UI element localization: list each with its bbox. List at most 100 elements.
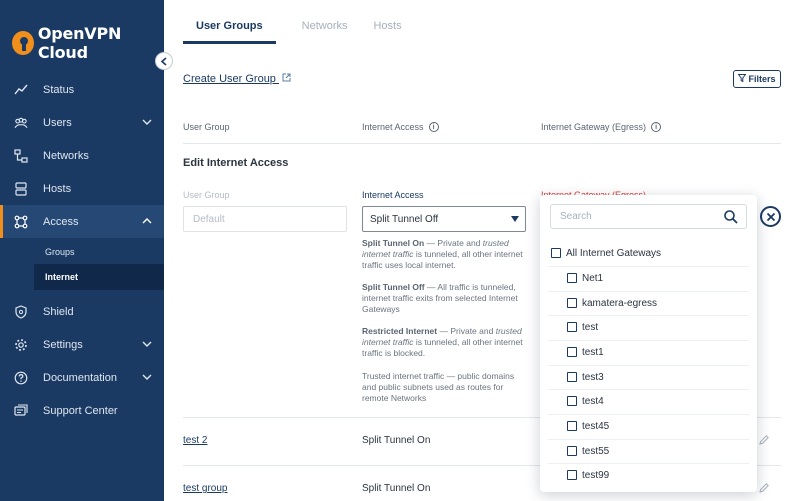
gateway-option[interactable]: test4 [540, 389, 757, 414]
sidebar-item-hosts[interactable]: Hosts [0, 172, 164, 205]
checkbox[interactable] [567, 298, 577, 309]
gateway-option[interactable]: test3 [540, 365, 757, 390]
column-header-internet-gateway: Internet Gateway (Egress) i [541, 122, 662, 132]
filters-button[interactable]: Filters [733, 70, 781, 88]
edit-pencil-icon[interactable] [758, 482, 770, 497]
user-group-input: Default [183, 206, 347, 232]
chevron-left-icon [160, 56, 167, 66]
gateway-option-all[interactable]: All Internet Gateways [540, 241, 757, 266]
gateway-option-label: test [582, 321, 599, 333]
sidebar-item-label: Status [43, 83, 75, 96]
chevron-up-icon[interactable] [142, 216, 152, 227]
gateway-option[interactable]: Net1 [540, 266, 757, 291]
sidebar-item-shield[interactable]: Shield [0, 295, 164, 328]
user-group-field-label: User Group [183, 190, 230, 200]
external-link-icon [282, 73, 291, 84]
checkbox[interactable] [567, 421, 577, 432]
gateway-option[interactable]: test1 [540, 340, 757, 365]
sidebar-item-status[interactable]: Status [0, 73, 164, 106]
openvpn-logo-icon [12, 31, 34, 55]
gateway-option-label: Net1 [582, 272, 604, 284]
sidebar-item-access[interactable]: Access [0, 205, 164, 238]
filters-label: Filters [748, 74, 776, 84]
edit-section-title: Edit Internet Access [183, 157, 289, 169]
checkbox[interactable] [567, 446, 577, 457]
gateway-option-label: test45 [582, 420, 610, 432]
gateway-option-label: All Internet Gateways [566, 247, 662, 259]
row-group-link[interactable]: test 2 [183, 435, 207, 446]
checkbox[interactable] [567, 396, 577, 407]
sidebar-subitem-label: Groups [45, 247, 75, 257]
checkbox[interactable] [567, 347, 577, 358]
gateway-option[interactable]: kamatera-egress [540, 291, 757, 316]
split-tunnel-off-description: Split Tunnel Off — All traffic is tunnel… [362, 282, 530, 315]
trusted-traffic-note: Trusted internet traffic — public domain… [362, 371, 515, 403]
chevron-down-icon[interactable] [142, 339, 152, 350]
sidebar-item-settings[interactable]: Settings [0, 328, 164, 361]
gateway-option-label: test3 [582, 371, 604, 383]
description-text: — Private and [424, 238, 483, 248]
users-icon [14, 116, 28, 130]
chevron-down-icon[interactable] [142, 117, 152, 128]
shield-icon [14, 304, 28, 319]
chevron-down-icon[interactable] [142, 372, 152, 383]
gateway-search-input[interactable]: Search [550, 204, 747, 229]
tab-hosts[interactable]: Hosts [373, 20, 401, 44]
create-user-group-link[interactable]: Create User Group [183, 73, 291, 85]
caret-down-icon [511, 216, 519, 222]
row-group-link[interactable]: test group [183, 483, 227, 494]
gateway-option-label: test4 [582, 395, 604, 407]
sidebar-item-documentation[interactable]: Documentation [0, 361, 164, 394]
checkbox[interactable] [551, 248, 561, 259]
internet-access-value: Split Tunnel Off [370, 214, 439, 225]
sidebar-item-label: Access [43, 215, 79, 228]
access-icon [14, 215, 28, 229]
sidebar-item-support-center[interactable]: Support Center [0, 394, 164, 427]
sidebar-subitem-groups[interactable]: Groups [0, 239, 164, 265]
column-header-label: Internet Gateway (Egress) [541, 122, 647, 132]
info-icon[interactable]: i [428, 122, 439, 132]
close-icon [766, 212, 775, 221]
gateway-option-label: kamatera-egress [582, 297, 658, 309]
search-icon[interactable] [723, 209, 739, 225]
sidebar-item-label: Networks [43, 149, 89, 162]
internet-gateway-dropdown: Search All Internet Gateways Net1 kamate… [540, 195, 757, 492]
split-tunnel-on-description: Split Tunnel On — Private and trusted in… [362, 238, 530, 271]
sidebar-subitem-label: Internet [45, 272, 79, 282]
internet-access-select[interactable]: Split Tunnel Off [362, 206, 526, 232]
tab-user-groups[interactable]: User Groups [183, 20, 276, 44]
tab-networks[interactable]: Networks [302, 20, 348, 44]
sidebar-item-networks[interactable]: Networks [0, 139, 164, 172]
checkbox[interactable] [567, 470, 577, 481]
sidebar-item-label: Shield [43, 305, 74, 318]
sidebar-item-users[interactable]: Users [0, 106, 164, 139]
sidebar: OpenVPN Cloud Status Users Networks Host… [0, 0, 164, 501]
info-icon[interactable]: i [651, 122, 662, 132]
collapse-sidebar-button[interactable] [155, 52, 173, 70]
description-title: Split Tunnel On [362, 238, 425, 248]
edit-pencil-icon[interactable] [758, 434, 770, 449]
app-title: OpenVPN Cloud [37, 24, 122, 62]
checkbox[interactable] [567, 372, 577, 383]
gateway-option-label: test99 [582, 469, 610, 481]
gateway-option[interactable]: test [540, 315, 757, 340]
gateway-option-label: test55 [582, 445, 610, 457]
gateway-option[interactable]: test99 [540, 463, 757, 488]
row-internet-access: Split Tunnel On [362, 483, 431, 494]
sidebar-item-label: Settings [43, 338, 83, 351]
sidebar-item-label: Documentation [43, 371, 117, 384]
gateway-option-label: test1 [582, 346, 604, 358]
internet-access-field-label: Internet Access [362, 190, 424, 200]
search-placeholder: Search [560, 211, 592, 222]
status-chart-icon [14, 83, 28, 97]
checkbox[interactable] [567, 322, 577, 333]
close-edit-button[interactable] [760, 206, 781, 227]
gear-icon [14, 338, 28, 352]
app-logo[interactable]: OpenVPN Cloud [12, 24, 164, 62]
gateway-option[interactable]: test45 [540, 414, 757, 439]
filter-icon [737, 74, 748, 84]
gateway-option[interactable]: test55 [540, 439, 757, 464]
checkbox[interactable] [567, 273, 577, 284]
sidebar-subitem-internet[interactable]: Internet [34, 264, 164, 290]
tab-bar: User Groups Networks Hosts [183, 20, 428, 44]
